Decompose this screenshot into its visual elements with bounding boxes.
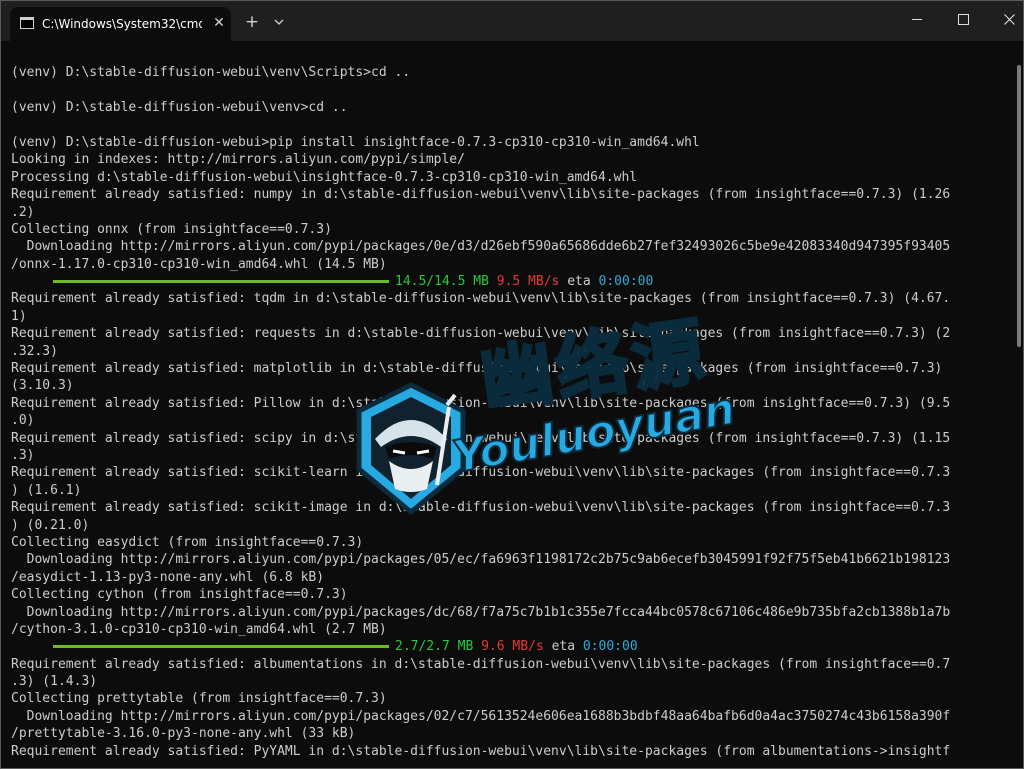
terminal-line: /prettytable-3.16.0-py3-none-any.whl (33… [11,726,356,742]
chevron-down-icon[interactable] [270,13,288,31]
download-progress-1: 14.5/14.5 MB 9.5 MB/s eta 0:00:00 [11,273,1011,290]
progress-eta: 0:00:00 [598,274,654,290]
terminal-line: Collecting prettytable (from insightface… [11,691,387,707]
terminal-line: Requirement already satisfied: numpy in … [11,187,951,203]
download-progress-2: 2.7/2.7 MB 9.6 MB/s eta 0:00:00 [11,638,1011,655]
terminal-line: Looking in indexes: http://mirrors.aliyu… [11,152,465,168]
terminal-line: .3) (1.4.3) [11,674,98,690]
terminal-line: .2) [11,204,35,220]
new-tab-button[interactable]: + [241,11,263,33]
progress-eta-label: eta [567,274,591,290]
close-window-button[interactable] [986,1,1023,39]
tab-cmd[interactable]: C:\Windows\System32\cmd.exe ✕ [10,7,231,41]
tab-title: C:\Windows\System32\cmd.exe [42,17,202,31]
terminal-line: /cython-3.1.0-cp310-cp310-win_amd64.whl … [11,621,387,637]
progress-bar [53,280,389,284]
tab-close-button[interactable]: ✕ [209,13,229,33]
terminal-line: Collecting easydict (from insightface==0… [11,534,364,550]
progress-size: 14.5/14.5 MB [395,274,489,290]
terminal-line: (venv) D:\stable-diffusion-webui\venv\Sc… [11,65,411,81]
terminal-line: /onnx-1.17.0-cp310-cp310-win_amd64.whl (… [11,256,387,272]
terminal-line: Downloading http://mirrors.aliyun.com/py… [11,552,951,568]
terminal-line: Collecting onnx (from insightface==0.7.3… [11,221,332,237]
terminal-window: C:\Windows\System32\cmd.exe ✕ + (venv) D… [0,0,1024,769]
terminal-line: (venv) D:\stable-diffusion-webui>pip ins… [11,134,700,150]
maximize-button[interactable] [940,1,986,39]
terminal-line: Downloading http://mirrors.aliyun.com/py… [11,708,951,724]
terminal-line: (venv) D:\stable-diffusion-webui\venv>cd… [11,100,348,116]
terminal-line: Downloading http://mirrors.aliyun.com/py… [11,239,951,255]
vertical-scrollbar[interactable] [1017,65,1021,347]
progress-speed: 9.5 MB/s [496,274,560,290]
terminal-line: Requirement already satisfied: PyYAML in… [11,743,951,759]
close-icon [1004,14,1015,25]
progress-eta-label: eta [551,639,576,655]
console-icon [20,17,34,29]
progress-bar [53,645,389,649]
progress-speed: 9.6 MB/s [481,639,544,655]
minimize-button[interactable] [894,1,940,39]
watermark: 幽络源 Youluoyuan [331,307,751,531]
terminal-line: Requirement already satisfied: tqdm in d… [11,291,951,307]
terminal-line: Requirement already satisfied: albumenta… [11,656,951,672]
terminal-line: /easydict-1.13-py3-none-any.whl (6.8 kB) [11,569,325,585]
progress-size: 2.7/2.7 MB [395,639,474,655]
terminal-line: Processing d:\stable-diffusion-webui\ins… [11,169,638,185]
progress-eta: 0:00:00 [582,639,638,655]
terminal-line: Downloading http://mirrors.aliyun.com/py… [11,604,951,620]
terminal-line: Collecting cython (from insightface==0.7… [11,587,348,603]
title-bar: C:\Windows\System32\cmd.exe ✕ + [1,1,1023,41]
